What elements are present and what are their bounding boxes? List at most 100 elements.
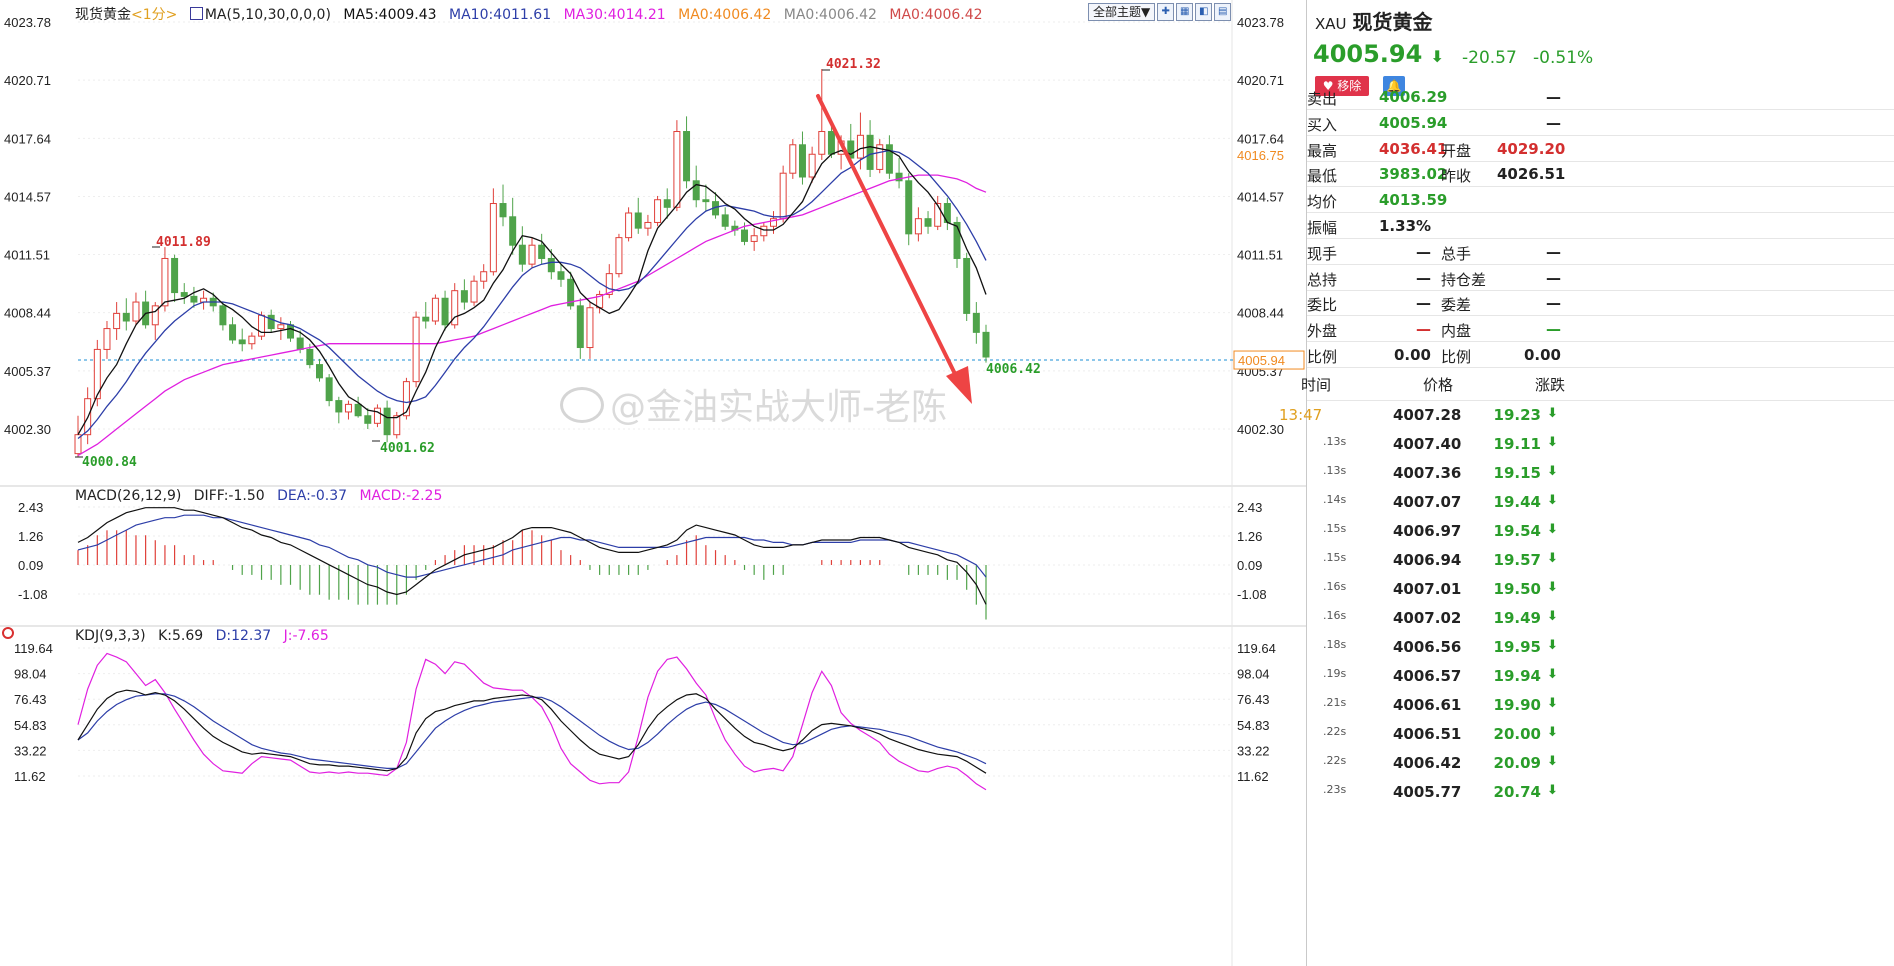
tick-row[interactable]: .15s 4006.94 19.57 ⬇: [1307, 545, 1894, 574]
legend-period[interactable]: <1分>: [131, 7, 177, 23]
layout-icon[interactable]: ◧: [1195, 3, 1213, 21]
trend-arrow-head: [946, 366, 972, 404]
quote-row: 总持 — 持仓差 —: [1307, 265, 1894, 291]
tick-header-price: 价格: [1423, 376, 1454, 394]
quote-panel: XAU 现货黄金 4005.94 ⬇ -20.57 -0.51% ♥ 移除 🔔 卖…: [1279, 0, 1894, 966]
chart-area[interactable]: 4023.78 4023.78 4020.71 4020.71 4017.64 4017.…: [0, 0, 1306, 966]
quote-row: 卖出 4006.29 —: [1307, 84, 1894, 110]
chart-svg[interactable]: 4023.78 4023.78 4020.71 4020.71 4017.64 4017.…: [0, 0, 1306, 966]
kdj-tick-label-right: 54.83: [1237, 718, 1270, 733]
candle-body: [615, 237, 623, 275]
tick-row[interactable]: .16s 4007.01 19.50 ⬇: [1307, 574, 1894, 603]
row-value-1: 3983.02: [1379, 165, 1448, 184]
candle-body: [818, 131, 826, 155]
candle-body: [924, 218, 932, 227]
macd-tick-label-left: 2.43: [18, 500, 43, 515]
macd-dea: DEA:-0.37: [277, 488, 348, 504]
tick-row[interactable]: .22s 4006.42 20.09 ⬇: [1307, 748, 1894, 777]
candle-body: [509, 216, 517, 246]
macd-tick-label-right: 2.43: [1237, 500, 1262, 515]
candle-body: [856, 134, 864, 159]
grid-icon[interactable]: ▦: [1176, 3, 1194, 21]
tick-row[interactable]: .13s 4007.40 19.11 ⬇: [1307, 429, 1894, 458]
annotation-low1: 4000.84: [82, 455, 137, 470]
tick-row[interactable]: .15s 4006.97 19.54 ⬇: [1307, 516, 1894, 545]
candle-body: [229, 324, 237, 341]
legend-ma-params: MA(5,10,30,0,0,0): [204, 7, 331, 23]
tick-change: 20.00: [1493, 725, 1541, 743]
tick-row[interactable]: .22s 4006.51 20.00 ⬇: [1307, 719, 1894, 748]
candle-body: [683, 131, 691, 182]
chart-toolbar: 全部主题▼ ✚ ▦ ◧ ▤: [1088, 3, 1232, 21]
tick-time: .15s: [1323, 551, 1347, 564]
candle-body: [296, 337, 304, 350]
tick-row[interactable]: .18s 4006.56 19.95 ⬇: [1307, 632, 1894, 661]
annotation-peak: 4021.32: [826, 57, 881, 72]
kdj-tick-label-left: 11.62: [14, 769, 46, 784]
candle-body: [412, 316, 420, 383]
down-arrow-icon: ⬇: [1547, 696, 1558, 711]
y-axis-tick-label-left: 4005.37: [4, 364, 51, 379]
down-arrow-icon: ⬇: [1547, 580, 1558, 595]
down-arrow-icon: ⬇: [1547, 667, 1558, 682]
tick-time: .13s: [1323, 435, 1347, 448]
ma-settings-icon[interactable]: [189, 7, 203, 20]
row-label-2: 开盘: [1441, 141, 1472, 160]
panel-icon[interactable]: ▤: [1214, 3, 1232, 21]
macd-legend: MACD(26,12,9) DIFF:-1.50 DEA:-0.37 MACD:…: [75, 488, 450, 504]
down-arrow-icon: ⬇: [1547, 725, 1558, 740]
candle-body: [248, 335, 256, 345]
tick-row[interactable]: .16s 4007.02 19.49 ⬇: [1307, 603, 1894, 632]
candle-body: [489, 203, 497, 273]
candle-body: [441, 297, 449, 326]
legend-ma30: MA30:4014.21: [563, 7, 666, 23]
tick-time: .15s: [1323, 522, 1347, 535]
candle-body: [914, 218, 922, 235]
quote-symbol: XAU: [1315, 15, 1347, 33]
tick-row[interactable]: .19s 4006.57 19.94 ⬇: [1307, 661, 1894, 690]
last-price: 4005.94: [1313, 40, 1423, 68]
kdj-tick-label-right: 76.43: [1237, 692, 1270, 707]
tick-time: .16s: [1323, 609, 1347, 622]
change-value: -20.57: [1462, 48, 1517, 68]
row-label-1: 买入: [1307, 115, 1338, 134]
y-axis-tick-label-left: 4002.30: [4, 422, 51, 437]
macd-tick-label-left: -1.08: [18, 587, 48, 602]
candle-body: [827, 131, 835, 155]
candle-body: [287, 324, 295, 339]
candle-body: [586, 307, 594, 349]
macd-tick-label-left: 0.09: [18, 558, 43, 573]
candle-body: [470, 280, 478, 303]
theme-dropdown[interactable]: 全部主题▼: [1088, 3, 1156, 21]
candle-body: [373, 407, 381, 424]
row-value-1: 4006.29: [1379, 88, 1448, 106]
tick-row[interactable]: .13s 4007.36 19.15 ⬇: [1307, 458, 1894, 487]
candle-body: [538, 244, 546, 259]
down-arrow-icon: ⬇: [1547, 783, 1558, 798]
tick-time: .16s: [1323, 580, 1347, 593]
candle-body: [798, 144, 806, 178]
candle-body: [422, 316, 430, 322]
tick-header-change: 涨跌: [1535, 376, 1566, 394]
row-value-2: —: [1546, 268, 1561, 287]
tick-price: 4007.40: [1393, 435, 1462, 453]
quote-row: 委比 — 委差 —: [1307, 290, 1894, 317]
crosshair-icon[interactable]: ✚: [1157, 3, 1175, 21]
change-percent: -0.51%: [1533, 48, 1594, 68]
quote-row: 比例 0.00 比例 0.00: [1307, 342, 1894, 368]
candle-body: [654, 199, 662, 223]
tick-row[interactable]: 13:47 4007.28 19.23 ⬇: [1279, 400, 1894, 429]
tick-row[interactable]: .14s 4007.07 19.44 ⬇: [1307, 487, 1894, 516]
tick-row[interactable]: .21s 4006.61 19.90 ⬇: [1307, 690, 1894, 719]
candle-body: [171, 257, 179, 294]
tick-row[interactable]: .23s 4005.77 20.74 ⬇: [1307, 777, 1894, 806]
candle-body: [779, 172, 787, 220]
row-value-2: —: [1546, 242, 1561, 261]
candle-body: [238, 339, 246, 345]
quote-row: 均价 4013.59: [1307, 187, 1894, 214]
macd-tick-label-right: 1.26: [1237, 529, 1262, 544]
ma-value-marker: 4016.75: [1237, 148, 1284, 163]
legend-ma0-c: MA0:4006.42: [889, 7, 983, 23]
indicator-settings-icon[interactable]: [2, 627, 14, 639]
tick-price: 4006.56: [1393, 638, 1462, 656]
